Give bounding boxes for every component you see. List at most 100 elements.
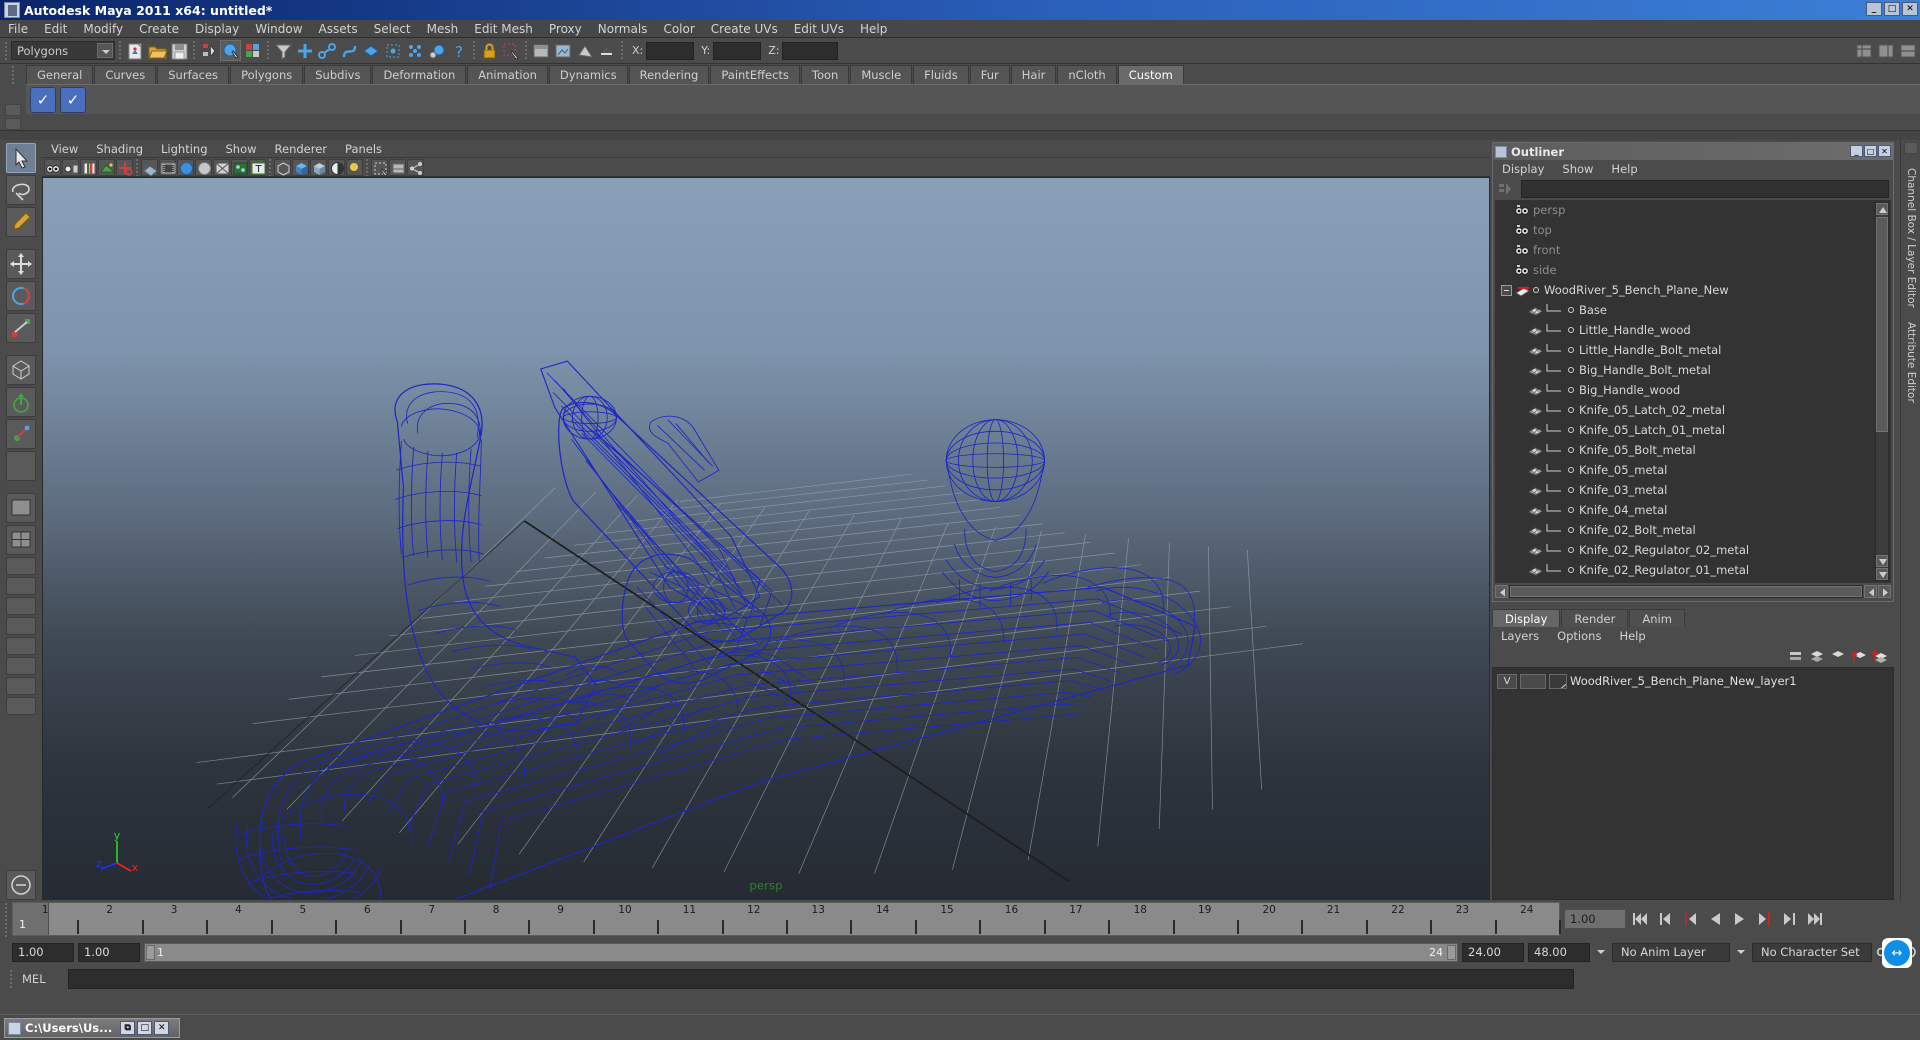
go-to-start-button[interactable] bbox=[1629, 909, 1651, 929]
shelf-tab-muscle[interactable]: Muscle bbox=[850, 65, 913, 84]
outliner-menu-display[interactable]: Display bbox=[1493, 160, 1553, 178]
textured-cube-icon[interactable] bbox=[310, 158, 327, 176]
minimize-button[interactable]: _ bbox=[1866, 2, 1882, 16]
time-slider-track[interactable]: 1 1 2 3 4 5 6 7 8 9 10 11 12 13 14 15 16 17 18 19 20 21 22 23 2… bbox=[12, 902, 1561, 936]
grid-toggle-icon[interactable] bbox=[141, 158, 158, 177]
menu-set-selector[interactable]: Polygons bbox=[11, 41, 115, 60]
menu-create-uvs[interactable]: Create UVs bbox=[703, 20, 786, 38]
snap-to-plane-icon[interactable] bbox=[360, 40, 381, 61]
snap-to-grid-icon[interactable] bbox=[294, 40, 315, 61]
shelf-tab-fluids[interactable]: Fluids bbox=[913, 65, 969, 84]
shelf-tab-fur[interactable]: Fur bbox=[969, 65, 1010, 84]
outliner-maximize-button[interactable]: □ bbox=[1864, 145, 1877, 157]
outliner-item[interactable]: Knife_03_metal bbox=[1495, 480, 1873, 500]
layer-empty-icon[interactable] bbox=[1830, 649, 1846, 664]
new-scene-icon[interactable] bbox=[124, 40, 145, 61]
y-field[interactable] bbox=[713, 41, 762, 60]
outliner-close-button[interactable]: ✕ bbox=[1878, 145, 1891, 157]
render-settings-icon[interactable] bbox=[574, 40, 595, 61]
persp-trax-layout[interactable] bbox=[6, 617, 36, 635]
rail-collapse-icon[interactable] bbox=[1903, 142, 1918, 154]
anim-layer-chevron-icon[interactable] bbox=[1734, 943, 1748, 962]
layer-menu-help[interactable]: Help bbox=[1610, 629, 1654, 643]
viewport-menu-renderer[interactable]: Renderer bbox=[266, 140, 337, 158]
range-bar[interactable]: 1 24 bbox=[144, 942, 1458, 962]
viewport-menu-lighting[interactable]: Lighting bbox=[152, 140, 216, 158]
layer-stack-icon[interactable] bbox=[1809, 649, 1825, 664]
outliner-item[interactable]: side bbox=[1495, 260, 1873, 280]
single-perspective-layout[interactable] bbox=[6, 493, 36, 523]
shelf-tab-custom[interactable]: Custom bbox=[1117, 65, 1184, 84]
exposure-icon[interactable] bbox=[389, 158, 406, 176]
new-layer-from-selected-icon[interactable] bbox=[1850, 649, 1867, 664]
universal-manipulator-tool[interactable] bbox=[6, 355, 36, 385]
play-backwards-button[interactable] bbox=[1704, 909, 1726, 929]
layer-name[interactable]: WoodRiver_5_Bench_Plane_New_layer1 bbox=[1570, 674, 1797, 688]
shelf-tab-general[interactable]: General bbox=[26, 65, 94, 84]
scroll-left-arrow-icon[interactable] bbox=[1495, 585, 1508, 598]
hypershade-persp-layout[interactable] bbox=[6, 597, 36, 615]
outliner-item[interactable]: Big_Handle_Bolt_metal bbox=[1495, 360, 1873, 380]
smooth-shade-all-icon[interactable] bbox=[177, 158, 194, 176]
custom-layout-2[interactable] bbox=[6, 677, 36, 695]
step-forward-frame-button[interactable] bbox=[1754, 909, 1776, 929]
scroll-right-arrow-icon-2[interactable] bbox=[1878, 585, 1891, 598]
show-hide-attribute-editor-icon[interactable] bbox=[1875, 40, 1896, 61]
menu-edit-mesh[interactable]: Edit Mesh bbox=[466, 20, 541, 38]
select-by-hierarchy-icon[interactable] bbox=[198, 40, 219, 61]
menu-help[interactable]: Help bbox=[852, 20, 895, 38]
layer-editor-tab-anim[interactable]: Anim bbox=[1629, 609, 1685, 627]
isolate-select-icon[interactable] bbox=[371, 158, 388, 177]
outliner-item-list[interactable]: persp top front side WoodRiver_5_Bench_Plane… bbox=[1495, 200, 1891, 583]
make-live-icon[interactable] bbox=[404, 40, 425, 61]
save-scene-icon[interactable] bbox=[168, 40, 189, 61]
layer-playback-toggle[interactable] bbox=[1520, 673, 1546, 689]
outliner-item[interactable]: WoodRiver_5_Bench_Plane_New bbox=[1495, 280, 1873, 300]
outliner-item[interactable]: Knife_02_Regulator_01_metal bbox=[1495, 560, 1873, 580]
outliner-item[interactable]: top bbox=[1495, 220, 1873, 240]
image-plane-icon[interactable] bbox=[98, 158, 116, 176]
shadows-icon[interactable] bbox=[346, 158, 363, 176]
taskbar-maximize-button[interactable]: □ bbox=[137, 1021, 153, 1035]
show-manipulator-tool[interactable] bbox=[6, 419, 36, 449]
persp-graph-layout[interactable] bbox=[6, 577, 36, 595]
character-set-selector[interactable]: No Character Set bbox=[1752, 942, 1872, 962]
shelf-tab-ncloth[interactable]: nCloth bbox=[1057, 65, 1117, 84]
playback-speed-field[interactable]: 1.00 bbox=[1564, 909, 1626, 929]
attribute-editor-rail-label[interactable]: Attribute Editor bbox=[1905, 322, 1917, 403]
taskbar-close-button[interactable]: ✕ bbox=[154, 1021, 170, 1035]
outliner-item[interactable]: Base bbox=[1495, 300, 1873, 320]
taskbar-restore-button[interactable]: ⧉ bbox=[120, 1021, 136, 1035]
four-view-layout[interactable] bbox=[6, 525, 36, 555]
menu-file[interactable]: File bbox=[0, 20, 36, 38]
layer-row[interactable]: V WoodRiver_5_Bench_Plane_New_layer1 bbox=[1497, 672, 1889, 690]
range-end-handle[interactable] bbox=[1447, 944, 1456, 960]
lasso-tool[interactable] bbox=[6, 175, 36, 205]
viewport-menu-panels[interactable]: Panels bbox=[336, 140, 391, 158]
shelf-tab-toon[interactable]: Toon bbox=[800, 65, 850, 84]
menu-select[interactable]: Select bbox=[366, 20, 419, 38]
menu-create[interactable]: Create bbox=[131, 20, 187, 38]
menu-edit-uvs[interactable]: Edit UVs bbox=[786, 20, 852, 38]
z-field[interactable] bbox=[782, 41, 839, 60]
menu-color[interactable]: Color bbox=[655, 20, 702, 38]
viewport-share-icon[interactable] bbox=[407, 158, 424, 176]
outliner-item[interactable]: Knife_05_Latch_01_metal bbox=[1495, 420, 1873, 440]
layout-expand-arrow[interactable] bbox=[6, 697, 36, 715]
custom-layout-1[interactable] bbox=[6, 657, 36, 675]
play-forwards-button[interactable] bbox=[1729, 909, 1751, 929]
new-layer-icon[interactable] bbox=[1871, 649, 1888, 664]
close-button[interactable]: ✕ bbox=[1902, 2, 1918, 16]
rotate-tool[interactable] bbox=[6, 281, 36, 311]
outliner-item[interactable]: front bbox=[1495, 240, 1873, 260]
layer-visibility-toggle[interactable]: V bbox=[1497, 673, 1517, 689]
shelf-tab-curves[interactable]: Curves bbox=[94, 65, 157, 84]
shelf-options-menu-icon[interactable] bbox=[5, 118, 21, 130]
scroll-up-arrow-icon[interactable] bbox=[1876, 203, 1888, 215]
expand-collapse-icon[interactable] bbox=[1501, 284, 1512, 296]
outliner-item[interactable]: Big_Handle_wood bbox=[1495, 380, 1873, 400]
shelf-button-checkmark-2[interactable] bbox=[60, 86, 86, 113]
snap-to-view-plane-icon[interactable] bbox=[382, 40, 403, 61]
hypershade-icon[interactable] bbox=[596, 40, 617, 61]
channel-box-rail-label[interactable]: Channel Box / Layer Editor bbox=[1905, 168, 1917, 308]
